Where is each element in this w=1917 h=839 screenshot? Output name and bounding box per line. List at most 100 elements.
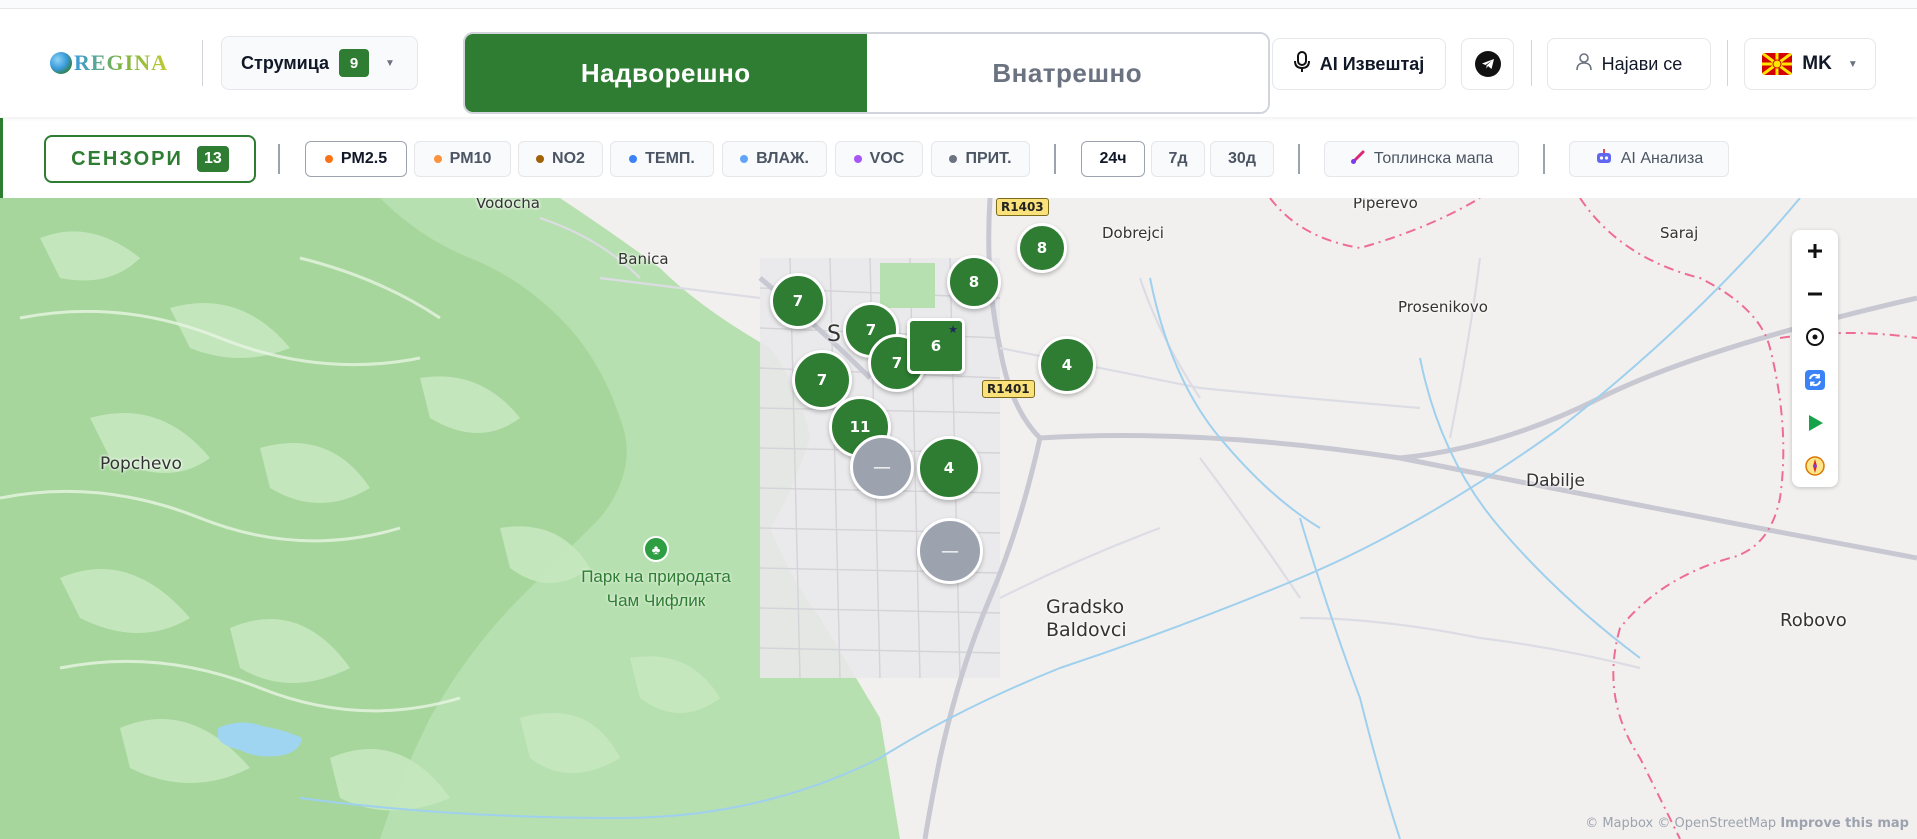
mode-toggle: Надворешно Внатрешно — [463, 32, 1270, 114]
indoor-mode-button[interactable]: Внатрешно — [866, 34, 1268, 112]
divider — [1531, 40, 1532, 86]
app-header: REGINA Струмица 9 ▼ Надворешно Внатрешно… — [0, 10, 1917, 117]
chip-label: PM2.5 — [340, 150, 388, 167]
microphone-icon — [1293, 50, 1310, 78]
divider — [1543, 144, 1545, 174]
attribution-text: © Mapbox © OpenStreetMap — [1585, 816, 1777, 831]
map-canvas[interactable]: Vodocha Banica Dobrejci Piperevo Saraj P… — [0, 198, 1917, 839]
sensor-marker[interactable]: 4 — [1038, 336, 1096, 394]
improve-map-link[interactable]: Improve this map — [1780, 816, 1909, 831]
period-7d[interactable]: 7д — [1151, 141, 1205, 177]
place-label-dabilje: Dabilje — [1526, 471, 1585, 491]
pollutant-chip-no2[interactable]: NO2 — [518, 141, 603, 177]
zoom-in-icon[interactable] — [1792, 230, 1838, 273]
sensor-marker-indoor[interactable]: 6 ★ — [907, 318, 965, 374]
chip-label: PM10 — [449, 150, 492, 167]
sensors-label: СЕНЗОРИ — [71, 147, 183, 170]
globe-icon — [50, 52, 72, 74]
pollutant-chip-humidity[interactable]: ВЛАЖ. — [722, 141, 827, 177]
sensors-count: 13 — [196, 146, 229, 172]
place-label-piperevo: Piperevo — [1353, 198, 1418, 212]
macedonia-flag-icon — [1762, 53, 1793, 75]
robot-icon — [1595, 148, 1613, 170]
refresh-icon[interactable] — [1792, 358, 1838, 401]
chevron-down-icon: ▼ — [385, 57, 395, 69]
period-24h[interactable]: 24ч — [1081, 141, 1145, 177]
place-label-gradsko: Gradsko — [1046, 596, 1125, 618]
place-label-strumica: S — [827, 322, 841, 347]
top-strip — [0, 0, 1917, 9]
ai-analysis-button[interactable]: AI Анализа — [1569, 141, 1729, 177]
place-label-saraj: Saraj — [1660, 224, 1699, 242]
zoom-out-icon[interactable] — [1792, 273, 1838, 316]
pm25-dot-icon — [324, 155, 333, 163]
period-30d[interactable]: 30д — [1210, 141, 1274, 177]
pollutant-chip-temp[interactable]: ТЕМП. — [610, 141, 714, 177]
filter-bar: СЕНЗОРИ 13 PM2.5 PM10 NO2 ТЕМП. ВЛАЖ. VO… — [0, 118, 1917, 198]
telegram-icon — [1474, 51, 1501, 77]
ai-report-button[interactable]: AI Извештај — [1272, 38, 1446, 90]
temp-dot-icon — [629, 155, 638, 163]
locate-icon[interactable] — [1792, 316, 1838, 359]
pollutant-chip-pm25[interactable]: PM2.5 — [305, 141, 407, 177]
ai-analysis-label: AI Анализа — [1620, 150, 1704, 167]
heatmap-button[interactable]: Топлинска мапа — [1324, 141, 1519, 177]
divider — [1298, 144, 1300, 174]
login-button[interactable]: Најави се — [1547, 38, 1711, 90]
divider — [1054, 144, 1056, 174]
place-label-vodocha: Vodocha — [476, 198, 540, 212]
sensor-marker-offline[interactable]: — — [917, 518, 983, 584]
ai-report-label: AI Извештај — [1319, 53, 1425, 74]
place-label-popchevo: Popchevo — [100, 454, 182, 474]
divider — [278, 144, 280, 174]
pollutant-chip-pressure[interactable]: ПРИТ. — [931, 141, 1030, 177]
sensor-marker[interactable]: 7 — [770, 273, 826, 329]
chevron-down-icon: ▼ — [1847, 58, 1858, 70]
park-tree-icon: ♣ — [643, 536, 669, 562]
divider — [1727, 40, 1728, 86]
outdoor-mode-button[interactable]: Надворешно — [465, 34, 867, 112]
user-icon — [1575, 52, 1592, 76]
map-attribution[interactable]: © Mapbox © OpenStreetMap Improve this ma… — [1585, 816, 1909, 831]
sensor-marker[interactable]: 8 — [1017, 223, 1067, 273]
thermometer-icon — [1350, 149, 1366, 170]
language-selector[interactable]: MK ▼ — [1744, 38, 1876, 90]
park-label: Парк на природата Чам Чифлик — [568, 565, 744, 613]
login-label: Најави се — [1601, 53, 1683, 74]
city-sensor-count: 9 — [339, 49, 370, 77]
play-icon[interactable] — [1792, 401, 1838, 444]
sensors-button[interactable]: СЕНЗОРИ 13 — [44, 135, 256, 183]
voc-dot-icon — [853, 155, 862, 163]
pm10-dot-icon — [433, 155, 442, 163]
language-label: MK — [1802, 53, 1832, 74]
sensor-marker[interactable]: 8 — [947, 255, 1001, 309]
place-label-baldovci: Baldovci — [1046, 619, 1127, 641]
sensor-marker-value: 6 — [930, 337, 942, 355]
city-selector[interactable]: Струмица 9 ▼ — [221, 36, 418, 90]
pollutant-chip-pm10[interactable]: PM10 — [414, 141, 511, 177]
humidity-dot-icon — [740, 155, 749, 163]
no2-dot-icon — [536, 155, 545, 163]
map-controls — [1792, 230, 1838, 487]
regina-logo[interactable]: REGINA — [50, 50, 168, 76]
road-shield-r1403: R1403 — [996, 198, 1049, 216]
compass-icon[interactable] — [1792, 444, 1838, 487]
sensor-marker-offline[interactable]: — — [850, 435, 914, 499]
star-icon: ★ — [948, 323, 958, 336]
pollutant-chip-voc[interactable]: VOC — [835, 141, 923, 177]
logo-text: REGINA — [74, 50, 169, 75]
divider — [202, 40, 203, 86]
chip-label: ТЕМП. — [645, 150, 695, 167]
city-name: Струмица — [241, 52, 330, 73]
place-label-banica: Banica — [618, 250, 669, 268]
sensor-marker[interactable]: 4 — [917, 436, 981, 500]
heatmap-label: Топлинска мапа — [1373, 150, 1494, 167]
telegram-button[interactable] — [1461, 38, 1514, 90]
park-label-line1: Парк на природата — [581, 567, 731, 586]
park-label-line2: Чам Чифлик — [606, 591, 706, 610]
place-label-prosenikovo: Prosenikovo — [1398, 298, 1488, 316]
place-label-dobrejci: Dobrejci — [1102, 224, 1164, 242]
road-shield-r1401: R1401 — [982, 380, 1035, 398]
chip-label: ПРИТ. — [965, 150, 1012, 167]
chip-label: VOC — [869, 150, 905, 167]
